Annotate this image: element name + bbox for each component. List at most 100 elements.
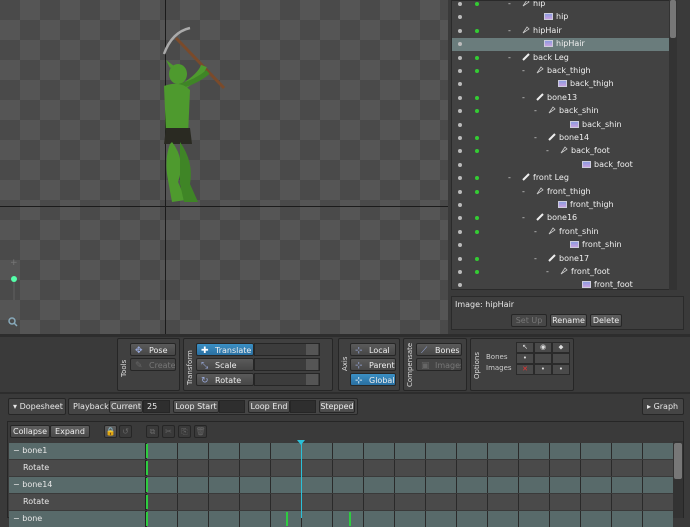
visibility-eye-icon[interactable]	[458, 69, 462, 73]
dopesheet-frame-cells[interactable]	[146, 494, 673, 510]
tree-row[interactable]: front_shin	[452, 239, 670, 252]
visibility-eye-icon[interactable]	[458, 82, 462, 87]
global-axis-button[interactable]: ⊹ Global	[350, 373, 396, 386]
options-bones-select[interactable]: •	[516, 353, 534, 364]
loop-start-input[interactable]	[219, 400, 245, 413]
visibility-eye-icon[interactable]	[458, 28, 462, 33]
keyframe-marker[interactable]	[348, 512, 351, 526]
visibility-eye-icon[interactable]	[458, 55, 462, 60]
key-dot-icon[interactable]	[475, 229, 479, 234]
key-dot-icon[interactable]	[475, 270, 479, 274]
key-dot-icon[interactable]	[475, 149, 479, 154]
visibility-eye-icon[interactable]	[458, 229, 462, 234]
options-tag-icon[interactable]: ⬥	[552, 342, 570, 353]
zoom-slider-knob[interactable]	[11, 276, 17, 282]
loop-end-input[interactable]	[290, 400, 316, 413]
loop-icon[interactable]: ↺	[119, 425, 132, 438]
visibility-eye-icon[interactable]	[458, 216, 462, 221]
collapse-toggle-icon[interactable]: -	[522, 93, 525, 102]
tree-row[interactable]: - hip	[452, 1, 670, 11]
key-dot-icon[interactable]	[475, 28, 479, 33]
collapse-toggle-icon[interactable]: -	[534, 133, 537, 142]
tree-row[interactable]: - back Leg	[452, 52, 670, 65]
options-images-select-x-icon[interactable]: ✕	[516, 364, 534, 375]
tree-row[interactable]: - back_shin	[452, 105, 670, 118]
playhead-handle[interactable]	[297, 440, 305, 445]
collapse-toggle-icon[interactable]: -	[522, 187, 525, 196]
keyframe-marker[interactable]	[286, 512, 289, 526]
key-dot-icon[interactable]	[475, 55, 479, 60]
collapse-toggle-icon[interactable]: -	[546, 146, 549, 155]
tree-row[interactable]: back_shin	[452, 119, 670, 132]
tree-row[interactable]: front_foot	[452, 279, 670, 289]
dopesheet-row[interactable]: Rotate	[9, 494, 673, 510]
collapse-toggle-icon[interactable]: -	[508, 26, 511, 35]
graph-tab[interactable]: ▸ Graph	[642, 398, 684, 415]
local-axis-button[interactable]: ⊹ Local	[350, 343, 396, 356]
tree-row[interactable]: - bone16	[452, 212, 670, 225]
visibility-eye-icon[interactable]	[458, 122, 462, 127]
visibility-eye-icon[interactable]	[458, 2, 462, 6]
translate-expand-icon[interactable]	[306, 344, 318, 355]
magnifier-icon[interactable]	[8, 317, 18, 330]
lock-icon[interactable]: 🔒	[104, 425, 117, 438]
playhead[interactable]	[301, 441, 302, 518]
visibility-eye-icon[interactable]	[458, 149, 462, 154]
rename-button[interactable]: Rename	[550, 314, 587, 327]
tree-row[interactable]: - hipHair	[452, 25, 670, 38]
options-images-visible[interactable]: •	[534, 364, 552, 375]
options-bones-tag[interactable]	[552, 353, 570, 364]
tree-row[interactable]: back_thigh	[452, 78, 670, 91]
expand-button[interactable]: Expand	[50, 425, 90, 438]
keyframe-marker[interactable]	[146, 478, 148, 492]
copy-icon[interactable]: ⧉	[146, 425, 159, 438]
collapse-toggle-icon[interactable]: -	[534, 254, 537, 263]
zoom-slider[interactable]	[13, 266, 15, 306]
collapse-toggle-icon[interactable]: -	[522, 213, 525, 222]
stepped-button[interactable]: Stepped	[319, 400, 355, 413]
parent-axis-button[interactable]: ⊹ Parent	[350, 358, 396, 371]
setup-button[interactable]: Set Up	[511, 314, 547, 327]
tree-row[interactable]: - bone13	[452, 92, 670, 105]
dopesheet-row[interactable]: − bone14	[9, 477, 673, 493]
tree-row[interactable]: - front_foot	[452, 266, 670, 279]
tree-row[interactable]: hip	[452, 11, 670, 24]
visibility-eye-icon[interactable]	[458, 189, 462, 194]
tree-scrollbar-thumb[interactable]	[670, 0, 676, 38]
collapse-toggle-icon[interactable]: -	[534, 106, 537, 115]
key-dot-icon[interactable]	[475, 109, 479, 114]
tree-scrollbar[interactable]	[669, 0, 677, 290]
collapse-toggle-icon[interactable]: -	[508, 53, 511, 62]
visibility-eye-icon[interactable]	[458, 136, 462, 140]
dopesheet-frame-cells[interactable]	[146, 460, 673, 476]
tree-row[interactable]: back_foot	[452, 159, 670, 172]
compensate-bones-button[interactable]: ⟋ Bones	[416, 343, 462, 356]
tree-row[interactable]: - front Leg	[452, 172, 670, 185]
options-bones-visible[interactable]	[534, 353, 552, 364]
canvas-viewport[interactable]: +	[0, 0, 448, 334]
visibility-eye-icon[interactable]	[458, 203, 462, 207]
goblin-character[interactable]	[150, 24, 230, 210]
key-dot-icon[interactable]	[475, 256, 479, 261]
key-dot-icon[interactable]	[475, 216, 479, 221]
key-dot-icon[interactable]	[475, 136, 479, 140]
collapse-toggle-icon[interactable]: -	[508, 173, 511, 182]
options-images-tag[interactable]: •	[552, 364, 570, 375]
keyframe-marker[interactable]	[146, 512, 148, 526]
create-tool-button[interactable]: ✎ Create	[130, 358, 176, 371]
tree-row[interactable]: front_thigh	[452, 199, 670, 212]
compensate-images-button[interactable]: ▣ Images	[416, 358, 462, 371]
tree-row[interactable]: hipHair	[452, 38, 670, 52]
delete-button[interactable]: Delete	[590, 314, 622, 327]
dopesheet-scrollbar-thumb[interactable]	[674, 443, 682, 479]
tree-row[interactable]: - back_foot	[452, 145, 670, 158]
dopesheet-row[interactable]: Rotate	[9, 460, 673, 476]
key-dot-icon[interactable]	[475, 95, 479, 100]
visibility-eye-icon[interactable]	[458, 109, 462, 114]
collapse-button[interactable]: Collapse	[10, 425, 50, 438]
translate-values[interactable]	[254, 343, 320, 356]
visibility-eye-icon[interactable]	[458, 15, 462, 20]
visibility-eye-icon[interactable]	[458, 270, 462, 274]
rotate-expand-icon[interactable]	[306, 374, 318, 385]
rotate-tool-button[interactable]: ↻ Rotate	[196, 373, 254, 386]
